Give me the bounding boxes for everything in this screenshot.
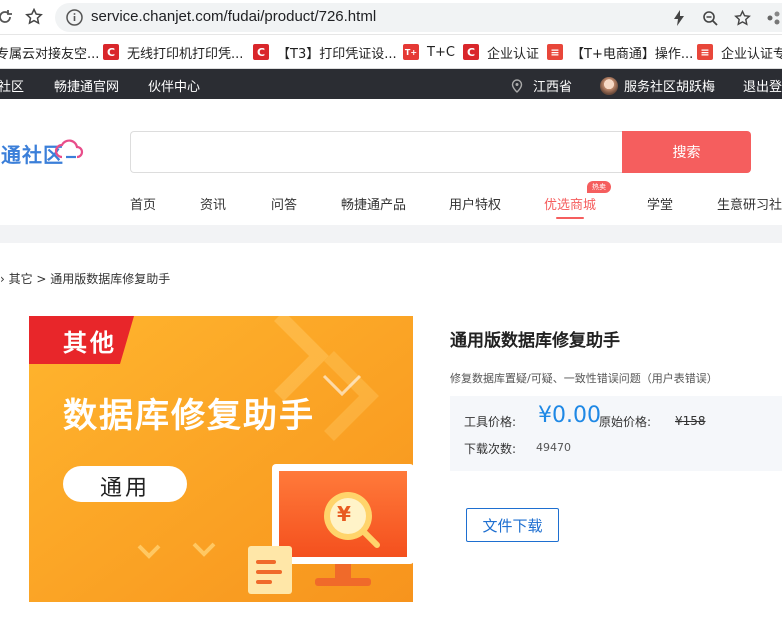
original-price: ¥158: [675, 414, 706, 428]
favorite-star-icon[interactable]: [732, 8, 752, 28]
site-header: 捷通社区 搜索 首页 资讯 问答 畅捷通产品 用户特权 优选商城 热卖 学堂 生…: [0, 99, 782, 225]
yuan-icon: ¥: [337, 502, 351, 526]
bookmark-item[interactable]: C 【T3】打印凭证设...: [253, 43, 397, 62]
section-divider: [0, 225, 782, 243]
bookmark-item[interactable]: ≡ 企业认证专: [697, 43, 782, 62]
original-price-label: 原始价格:: [599, 415, 652, 429]
avatar: [600, 77, 618, 95]
product-image: 其他 数据库修复助手 通用 ¥: [29, 316, 413, 602]
bookmark-label: 【T3】打印凭证设...: [277, 46, 397, 62]
bookmark-item[interactable]: C 企业认证: [463, 43, 540, 62]
logo-cloud-icon: [54, 139, 84, 159]
logout-link[interactable]: 退出登录: [743, 76, 782, 95]
product-image-pill-text: 通用: [100, 476, 151, 501]
site-info-icon[interactable]: [65, 8, 84, 27]
bookmark-label: 企业认证: [487, 46, 540, 62]
search-input[interactable]: [130, 131, 624, 173]
location-pin-icon: [511, 79, 523, 93]
topnav-link-chanjet-official[interactable]: 畅捷通官网: [54, 76, 119, 95]
zoom-icon[interactable]: [700, 8, 720, 28]
menu-item-business-club[interactable]: 生意研习社: [717, 194, 782, 213]
tool-price: ¥0.00: [538, 403, 601, 428]
bookmark-item[interactable]: 专属云对接友空...: [0, 43, 100, 62]
location-selector[interactable]: 江西省: [511, 76, 572, 95]
topnav-link-community[interactable]: 社区: [0, 76, 24, 95]
menu-item-qa[interactable]: 问答: [271, 194, 297, 213]
product-description: 修复数据库置疑/可疑、一致性错误问题（用户表错误）: [450, 372, 718, 385]
mail-favicon-icon: ≡: [697, 44, 713, 60]
hot-badge: 热卖: [587, 181, 611, 193]
url-text: service.chanjet.com/fudai/product/726.ht…: [91, 8, 377, 25]
chanjet-favicon-icon: C: [253, 44, 269, 60]
search-button[interactable]: 搜索: [622, 131, 751, 173]
tplus-favicon-icon: T+: [403, 44, 419, 60]
menu-item-academy[interactable]: 学堂: [647, 194, 673, 213]
user-menu[interactable]: 服务社区胡跃梅: [600, 76, 715, 95]
tool-price-label: 工具价格:: [464, 415, 517, 429]
bookmark-label: 企业认证专: [721, 46, 782, 62]
chanjet-favicon-icon: C: [463, 44, 479, 60]
bookmark-label: T+C: [427, 44, 455, 60]
extensions-icon[interactable]: [765, 8, 782, 28]
price-panel: 工具价格: ¥0.00 原始价格: ¥158 下载次数: 49470: [450, 396, 782, 471]
user-name: 服务社区胡跃梅: [624, 80, 716, 95]
bookmark-label: 专属云对接友空...: [0, 46, 100, 62]
chanjet-favicon-icon: C: [103, 44, 119, 60]
bookmark-label: 无线打印机打印凭...: [127, 46, 244, 62]
menu-item-mall[interactable]: 优选商城: [544, 194, 596, 213]
menu-item-products[interactable]: 畅捷通产品: [341, 194, 406, 213]
site-top-nav: 社区 畅捷通官网 伙伴中心 江西省 服务社区胡跃梅 退出登录: [0, 69, 782, 99]
browser-toolbar: service.chanjet.com/fudai/product/726.ht…: [0, 0, 782, 35]
product-title: 通用版数据库修复助手: [450, 331, 620, 351]
bookmark-label: 【T+电商通】操作...: [571, 46, 694, 62]
bookmark-item[interactable]: T+ T+C: [403, 43, 455, 61]
product-image-tag: 其他: [63, 328, 117, 357]
bookmark-item[interactable]: C 无线打印机打印凭...: [103, 43, 244, 62]
download-file-button[interactable]: 文件下载: [466, 508, 559, 542]
download-count: 49470: [536, 441, 571, 454]
reload-icon[interactable]: [0, 6, 16, 28]
active-menu-underline: [556, 217, 584, 219]
menu-item-privileges[interactable]: 用户特权: [449, 194, 501, 213]
location-text: 江西省: [533, 80, 573, 95]
topnav-link-partner-center[interactable]: 伙伴中心: [148, 76, 200, 95]
bookmark-star-icon[interactable]: [23, 6, 45, 28]
product-image-headline: 数据库修复助手: [63, 396, 315, 436]
mail-favicon-icon: ≡: [547, 44, 563, 60]
bookmark-item[interactable]: ≡ 【T+电商通】操作...: [547, 43, 694, 62]
download-count-label: 下载次数:: [464, 442, 517, 456]
menu-item-news[interactable]: 资讯: [200, 194, 226, 213]
bookmarks-bar: 专属云对接友空... C 无线打印机打印凭... C 【T3】打印凭证设... …: [0, 35, 782, 69]
lightning-icon[interactable]: [669, 8, 689, 28]
menu-item-home[interactable]: 首页: [130, 194, 156, 213]
address-bar[interactable]: service.chanjet.com/fudai/product/726.ht…: [55, 3, 782, 32]
breadcrumb[interactable]: › 其它 > 通用版数据库修复助手: [0, 270, 170, 287]
